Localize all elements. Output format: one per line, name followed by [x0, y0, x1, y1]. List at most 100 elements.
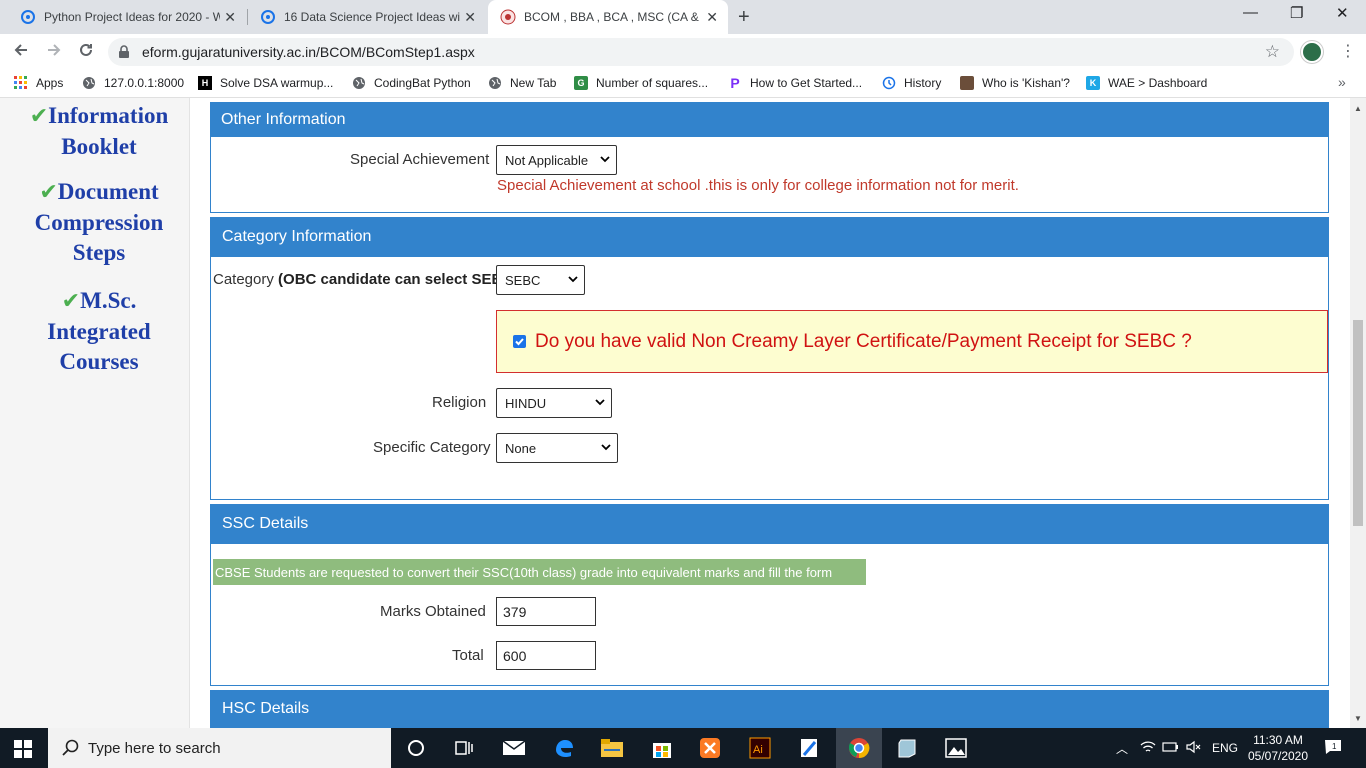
geeksforgeeks-icon: G [574, 76, 588, 90]
sidebar-link-msc-integrated[interactable]: ✔M.Sc. Integrated Courses [0, 286, 198, 377]
tab-close-icon[interactable]: ✕ [706, 9, 718, 26]
sidebar-link-text: Compression [34, 210, 164, 235]
page-scrollbar[interactable]: ▲ ▼ [1350, 98, 1366, 728]
non-creamy-layer-box: Do you have valid Non Creamy Layer Certi… [496, 310, 1328, 373]
taskbar-search-box[interactable]: Type here to search [48, 728, 391, 768]
minimize-icon[interactable]: — [1243, 4, 1258, 21]
clock-date: 05/07/2020 [1247, 749, 1309, 763]
section-title: Category Information [222, 228, 372, 245]
sidebar-link-document-compression[interactable]: ✔Document Compression Steps [0, 177, 198, 268]
windows-start-icon[interactable] [14, 740, 32, 758]
chevron-down-icon [601, 444, 611, 451]
chrome-icon[interactable] [847, 736, 871, 760]
p-logo-icon: P [730, 75, 740, 91]
select-value: SEBC [505, 272, 541, 288]
cbse-conversion-note: CBSE Students are requested to convert t… [213, 559, 866, 585]
new-tab-icon[interactable]: + [738, 6, 750, 29]
ncl-checkbox[interactable] [513, 335, 526, 348]
category-label-text: Category [213, 271, 274, 288]
tab-data-science-ideas[interactable]: 16 Data Science Project Ideas wit ✕ [248, 0, 486, 34]
notifications-icon[interactable]: 1 [1324, 739, 1342, 758]
notebook-app-icon[interactable] [895, 736, 919, 760]
bookmark-label: CodingBat Python [374, 76, 471, 90]
bookmark-how-to-get-started[interactable]: P How to Get Started... [728, 75, 862, 91]
marks-obtained-input[interactable]: 379 [496, 597, 596, 626]
tab-close-icon[interactable]: ✕ [224, 9, 236, 26]
forward-icon[interactable] [45, 41, 63, 64]
photos-app-icon[interactable] [944, 736, 968, 760]
bookmark-label: History [904, 76, 942, 90]
bookmark-number-of-squares[interactable]: G Number of squares... [574, 76, 708, 90]
bookmark-who-is-kishan[interactable]: Who is 'Kishan'? [960, 76, 1070, 90]
religion-label: Religion [432, 394, 487, 411]
marks-obtained-label: Marks Obtained [380, 603, 486, 620]
volume-muted-icon[interactable] [1186, 740, 1202, 757]
tab-favicon-icon [20, 9, 36, 25]
section-title: Other Information [221, 110, 346, 128]
adobe-illustrator-icon[interactable]: Ai [748, 736, 772, 760]
religion-select[interactable]: HINDU [496, 388, 612, 418]
bookmark-codingbat[interactable]: CodingBat Python [352, 76, 471, 90]
window-close-icon[interactable]: ✕ [1336, 4, 1349, 22]
bookmark-label: 127.0.0.1:8000 [104, 76, 185, 90]
bookmark-history[interactable]: History [882, 76, 941, 90]
scroll-up-icon[interactable]: ▲ [1354, 104, 1362, 113]
bookmark-dsa-warmup[interactable]: H Solve DSA warmup... [198, 76, 333, 90]
notepad-editor-icon[interactable] [797, 736, 821, 760]
bookmark-wae-dashboard[interactable]: K WAE > Dashboard [1086, 76, 1207, 90]
category-select[interactable]: SEBC [496, 265, 585, 295]
lock-icon[interactable] [118, 45, 130, 59]
restore-icon[interactable]: ❐ [1290, 4, 1303, 22]
task-view-icon[interactable] [452, 736, 476, 760]
system-clock[interactable]: 11:30 AM 05/07/2020 [1246, 732, 1310, 764]
bookmark-localhost[interactable]: 127.0.0.1:8000 [82, 76, 184, 90]
svg-text:1: 1 [1332, 742, 1337, 751]
reload-icon[interactable] [77, 41, 95, 64]
profile-avatar[interactable] [1301, 41, 1323, 63]
total-marks-input[interactable]: 600 [496, 641, 596, 670]
browser-toolbar: eform.gujaratuniversity.ac.in/BCOM/BComS… [0, 34, 1366, 70]
input-value: 600 [503, 647, 527, 664]
scroll-down-icon[interactable]: ▼ [1354, 714, 1362, 723]
address-bar[interactable]: eform.gujaratuniversity.ac.in/BCOM/BComS… [108, 38, 1294, 66]
input-language[interactable]: ENG [1212, 741, 1238, 755]
special-achievement-select[interactable]: Not Applicable [496, 145, 617, 175]
bookmark-apps[interactable]: Apps [14, 76, 63, 90]
menu-kebab-icon[interactable]: ⋮ [1340, 41, 1356, 61]
xampp-icon[interactable] [698, 736, 722, 760]
bookmark-label: Who is 'Kishan'? [982, 76, 1070, 90]
bookmark-label: Solve DSA warmup... [220, 76, 334, 90]
select-value: Not Applicable [505, 152, 589, 168]
tab-bcom-form[interactable]: BCOM , BBA , BCA , MSC (CA & IT ✕ [488, 0, 728, 34]
tray-expand-icon[interactable]: ︿ [1116, 740, 1128, 757]
bookmarks-overflow-icon[interactable]: » [1338, 74, 1346, 90]
hackerrank-icon: H [198, 76, 212, 90]
history-icon [882, 76, 896, 90]
chevron-down-icon [568, 276, 578, 283]
sidebar-link-text: Integrated [47, 319, 151, 344]
cortana-icon[interactable] [404, 736, 428, 760]
tab-title: 16 Data Science Project Ideas wit [284, 10, 460, 24]
url-text: eform.gujaratuniversity.ac.in/BCOM/BComS… [142, 44, 475, 60]
bookmark-star-icon[interactable]: ☆ [1265, 42, 1280, 62]
bookmark-new-tab[interactable]: New Tab [488, 76, 556, 90]
tab-title: BCOM , BBA , BCA , MSC (CA & IT [524, 10, 700, 24]
tab-python-project-ideas[interactable]: Python Project Ideas for 2020 - W ✕ [8, 0, 246, 34]
apps-grid-icon [14, 76, 28, 90]
edge-browser-icon[interactable] [552, 736, 576, 760]
wifi-icon[interactable] [1140, 740, 1156, 757]
specific-category-select[interactable]: None [496, 433, 618, 463]
back-icon[interactable] [12, 41, 30, 64]
select-value: None [505, 440, 537, 456]
bookmark-label: New Tab [510, 76, 557, 90]
microsoft-store-icon[interactable] [650, 736, 674, 760]
scrollbar-thumb[interactable] [1353, 320, 1363, 526]
file-explorer-icon[interactable] [600, 736, 624, 760]
bookmark-label: WAE > Dashboard [1108, 76, 1208, 90]
check-icon: ✔ [29, 104, 49, 129]
section-title: HSC Details [222, 700, 310, 717]
mail-icon[interactable] [502, 736, 526, 760]
sidebar-link-information-booklet[interactable]: ✔Information Booklet [0, 101, 198, 162]
battery-icon[interactable] [1162, 740, 1180, 757]
tab-close-icon[interactable]: ✕ [464, 9, 476, 26]
